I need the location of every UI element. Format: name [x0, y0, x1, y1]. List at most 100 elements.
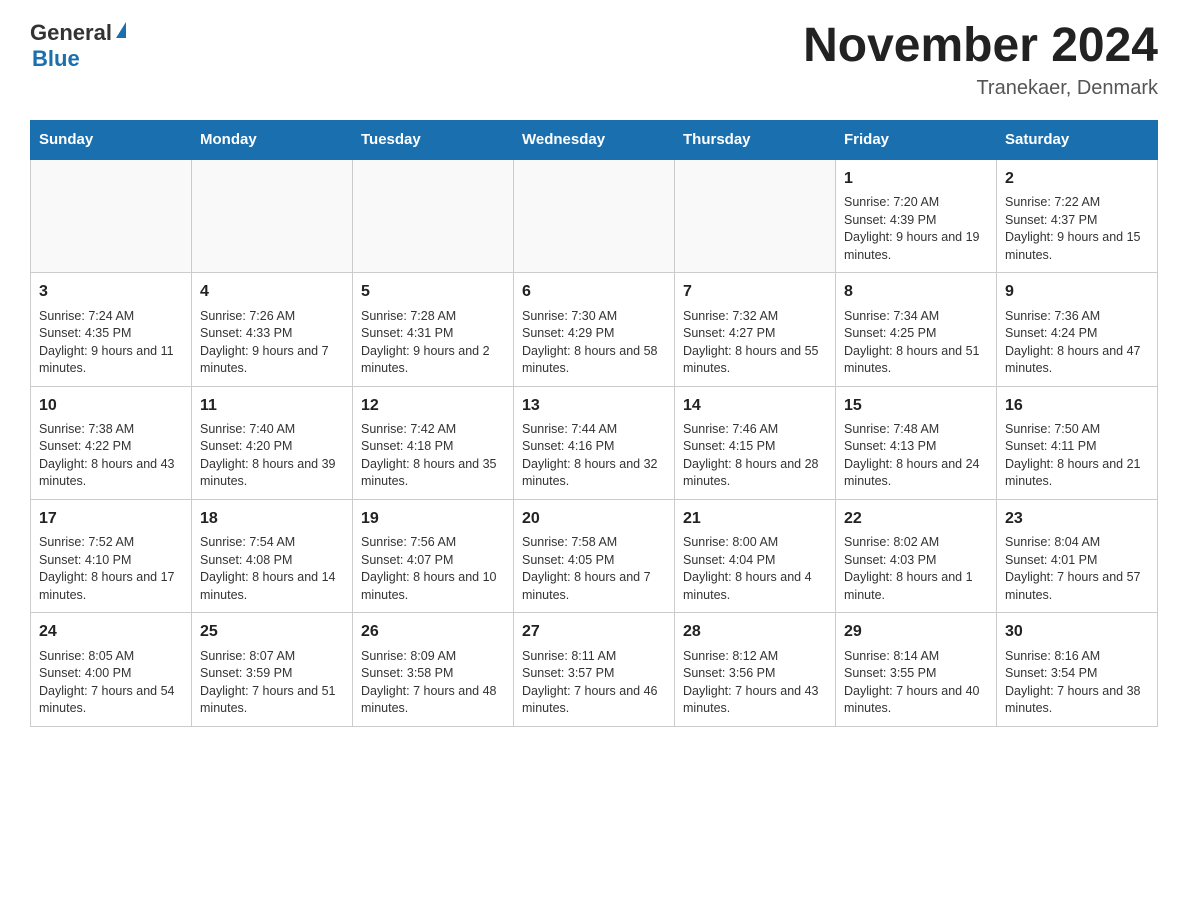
calendar-cell: 9 Sunrise: 7:36 AM Sunset: 4:24 PM Daylig…	[997, 273, 1158, 386]
day-number: 24	[39, 621, 183, 643]
calendar-cell: 11Sunrise: 7:40 AM Sunset: 4:20 PM Dayli…	[192, 386, 353, 499]
day-number: 10	[39, 395, 183, 417]
day-info: Sunrise: 7:44 AM Sunset: 4:16 PM Dayligh…	[522, 421, 666, 491]
day-info: Sunrise: 7:58 AM Sunset: 4:05 PM Dayligh…	[522, 534, 666, 604]
day-number: 22	[844, 508, 988, 530]
day-number: 16	[1005, 395, 1149, 417]
calendar-cell: 15Sunrise: 7:48 AM Sunset: 4:13 PM Dayli…	[836, 386, 997, 499]
day-number: 14	[683, 395, 827, 417]
calendar-week-2: 10 Sunrise: 7:38 AM Sunset: 4:22 PM Dayli…	[31, 386, 1158, 499]
day-number: 3	[39, 281, 183, 303]
calendar-cell: 26 Sunrise: 8:09 AM Sunset: 3:58 PM Dayli…	[353, 613, 514, 726]
day-number: 19	[361, 508, 505, 530]
day-info: Sunrise: 8:00 AM Sunset: 4:04 PM Dayligh…	[683, 534, 827, 604]
day-number: 1	[844, 168, 988, 190]
calendar-cell: 25 Sunrise: 8:07 AM Sunset: 3:59 PM Dayli…	[192, 613, 353, 726]
page-header: General Blue November 2024 Tranekaer, De…	[30, 20, 1158, 100]
day-info: Sunrise: 8:16 AM Sunset: 3:54 PM Dayligh…	[1005, 648, 1149, 718]
calendar-cell: 30 Sunrise: 8:16 AM Sunset: 3:54 PM Dayli…	[997, 613, 1158, 726]
calendar-cell: 7Sunrise: 7:32 AM Sunset: 4:27 PM Daylig…	[675, 273, 836, 386]
calendar-cell: 28 Sunrise: 8:12 AM Sunset: 3:56 PM Dayli…	[675, 613, 836, 726]
day-info: Sunrise: 8:12 AM Sunset: 3:56 PM Dayligh…	[683, 648, 827, 718]
day-info: Sunrise: 8:05 AM Sunset: 4:00 PM Dayligh…	[39, 648, 183, 718]
day-info: Sunrise: 7:30 AM Sunset: 4:29 PM Dayligh…	[522, 308, 666, 378]
day-info: Sunrise: 8:11 AM Sunset: 3:57 PM Dayligh…	[522, 648, 666, 718]
day-info: Sunrise: 7:38 AM Sunset: 4:22 PM Dayligh…	[39, 421, 183, 491]
calendar-title: November 2024	[803, 20, 1158, 73]
title-section: November 2024 Tranekaer, Denmark	[803, 20, 1158, 100]
day-number: 26	[361, 621, 505, 643]
day-info: Sunrise: 7:56 AM Sunset: 4:07 PM Dayligh…	[361, 534, 505, 604]
day-number: 12	[361, 395, 505, 417]
day-number: 9	[1005, 281, 1149, 303]
calendar-cell: 17Sunrise: 7:52 AM Sunset: 4:10 PM Dayli…	[31, 499, 192, 612]
calendar-cell: 1 Sunrise: 7:20 AM Sunset: 4:39 PM Daylig…	[836, 159, 997, 273]
calendar-cell: 22 Sunrise: 8:02 AM Sunset: 4:03 PM Dayli…	[836, 499, 997, 612]
calendar-cell: 23 Sunrise: 8:04 AM Sunset: 4:01 PM Dayli…	[997, 499, 1158, 612]
day-info: Sunrise: 7:28 AM Sunset: 4:31 PM Dayligh…	[361, 308, 505, 378]
day-info: Sunrise: 7:50 AM Sunset: 4:11 PM Dayligh…	[1005, 421, 1149, 491]
logo-blue: Blue	[32, 46, 80, 72]
calendar-cell: 20 Sunrise: 7:58 AM Sunset: 4:05 PM Dayli…	[514, 499, 675, 612]
day-info: Sunrise: 8:09 AM Sunset: 3:58 PM Dayligh…	[361, 648, 505, 718]
calendar-cell: 24 Sunrise: 8:05 AM Sunset: 4:00 PM Dayli…	[31, 613, 192, 726]
day-info: Sunrise: 7:20 AM Sunset: 4:39 PM Dayligh…	[844, 194, 988, 264]
calendar-cell: 8 Sunrise: 7:34 AM Sunset: 4:25 PM Daylig…	[836, 273, 997, 386]
calendar-subtitle: Tranekaer, Denmark	[803, 77, 1158, 100]
calendar-header-row: SundayMondayTuesdayWednesdayThursdayFrid…	[31, 120, 1158, 159]
calendar-cell: 29Sunrise: 8:14 AM Sunset: 3:55 PM Dayli…	[836, 613, 997, 726]
day-info: Sunrise: 7:24 AM Sunset: 4:35 PM Dayligh…	[39, 308, 183, 378]
day-info: Sunrise: 7:36 AM Sunset: 4:24 PM Dayligh…	[1005, 308, 1149, 378]
day-info: Sunrise: 8:14 AM Sunset: 3:55 PM Dayligh…	[844, 648, 988, 718]
day-number: 21	[683, 508, 827, 530]
calendar-cell: 16 Sunrise: 7:50 AM Sunset: 4:11 PM Dayli…	[997, 386, 1158, 499]
calendar-cell: 18 Sunrise: 7:54 AM Sunset: 4:08 PM Dayli…	[192, 499, 353, 612]
calendar-cell: 27 Sunrise: 8:11 AM Sunset: 3:57 PM Dayli…	[514, 613, 675, 726]
day-number: 20	[522, 508, 666, 530]
logo-general: General	[30, 20, 112, 46]
day-number: 25	[200, 621, 344, 643]
calendar-cell: 14 Sunrise: 7:46 AM Sunset: 4:15 PM Dayli…	[675, 386, 836, 499]
calendar-cell: 4Sunrise: 7:26 AM Sunset: 4:33 PM Daylig…	[192, 273, 353, 386]
day-number: 30	[1005, 621, 1149, 643]
header-friday: Friday	[836, 120, 997, 159]
day-number: 18	[200, 508, 344, 530]
calendar-cell: 21 Sunrise: 8:00 AM Sunset: 4:04 PM Dayli…	[675, 499, 836, 612]
calendar-cell: 13Sunrise: 7:44 AM Sunset: 4:16 PM Dayli…	[514, 386, 675, 499]
calendar-cell	[675, 159, 836, 273]
calendar-cell	[353, 159, 514, 273]
day-info: Sunrise: 7:34 AM Sunset: 4:25 PM Dayligh…	[844, 308, 988, 378]
calendar-cell: 3 Sunrise: 7:24 AM Sunset: 4:35 PM Daylig…	[31, 273, 192, 386]
calendar-cell: 12 Sunrise: 7:42 AM Sunset: 4:18 PM Dayli…	[353, 386, 514, 499]
day-info: Sunrise: 7:32 AM Sunset: 4:27 PM Dayligh…	[683, 308, 827, 378]
calendar-cell: 19 Sunrise: 7:56 AM Sunset: 4:07 PM Dayli…	[353, 499, 514, 612]
day-info: Sunrise: 7:46 AM Sunset: 4:15 PM Dayligh…	[683, 421, 827, 491]
day-info: Sunrise: 8:07 AM Sunset: 3:59 PM Dayligh…	[200, 648, 344, 718]
calendar-week-3: 17Sunrise: 7:52 AM Sunset: 4:10 PM Dayli…	[31, 499, 1158, 612]
day-number: 17	[39, 508, 183, 530]
day-info: Sunrise: 7:54 AM Sunset: 4:08 PM Dayligh…	[200, 534, 344, 604]
day-number: 5	[361, 281, 505, 303]
header-thursday: Thursday	[675, 120, 836, 159]
day-number: 2	[1005, 168, 1149, 190]
header-monday: Monday	[192, 120, 353, 159]
calendar-cell	[192, 159, 353, 273]
day-info: Sunrise: 8:04 AM Sunset: 4:01 PM Dayligh…	[1005, 534, 1149, 604]
calendar-cell: 6Sunrise: 7:30 AM Sunset: 4:29 PM Daylig…	[514, 273, 675, 386]
logo: General Blue	[30, 20, 126, 72]
header-tuesday: Tuesday	[353, 120, 514, 159]
calendar-week-4: 24 Sunrise: 8:05 AM Sunset: 4:00 PM Dayli…	[31, 613, 1158, 726]
day-info: Sunrise: 8:02 AM Sunset: 4:03 PM Dayligh…	[844, 534, 988, 604]
day-info: Sunrise: 7:22 AM Sunset: 4:37 PM Dayligh…	[1005, 194, 1149, 264]
day-info: Sunrise: 7:40 AM Sunset: 4:20 PM Dayligh…	[200, 421, 344, 491]
day-number: 23	[1005, 508, 1149, 530]
calendar-cell: 5 Sunrise: 7:28 AM Sunset: 4:31 PM Daylig…	[353, 273, 514, 386]
header-wednesday: Wednesday	[514, 120, 675, 159]
calendar-cell	[514, 159, 675, 273]
day-number: 8	[844, 281, 988, 303]
day-info: Sunrise: 7:26 AM Sunset: 4:33 PM Dayligh…	[200, 308, 344, 378]
day-info: Sunrise: 7:42 AM Sunset: 4:18 PM Dayligh…	[361, 421, 505, 491]
day-number: 27	[522, 621, 666, 643]
day-number: 28	[683, 621, 827, 643]
calendar-cell: 10 Sunrise: 7:38 AM Sunset: 4:22 PM Dayli…	[31, 386, 192, 499]
